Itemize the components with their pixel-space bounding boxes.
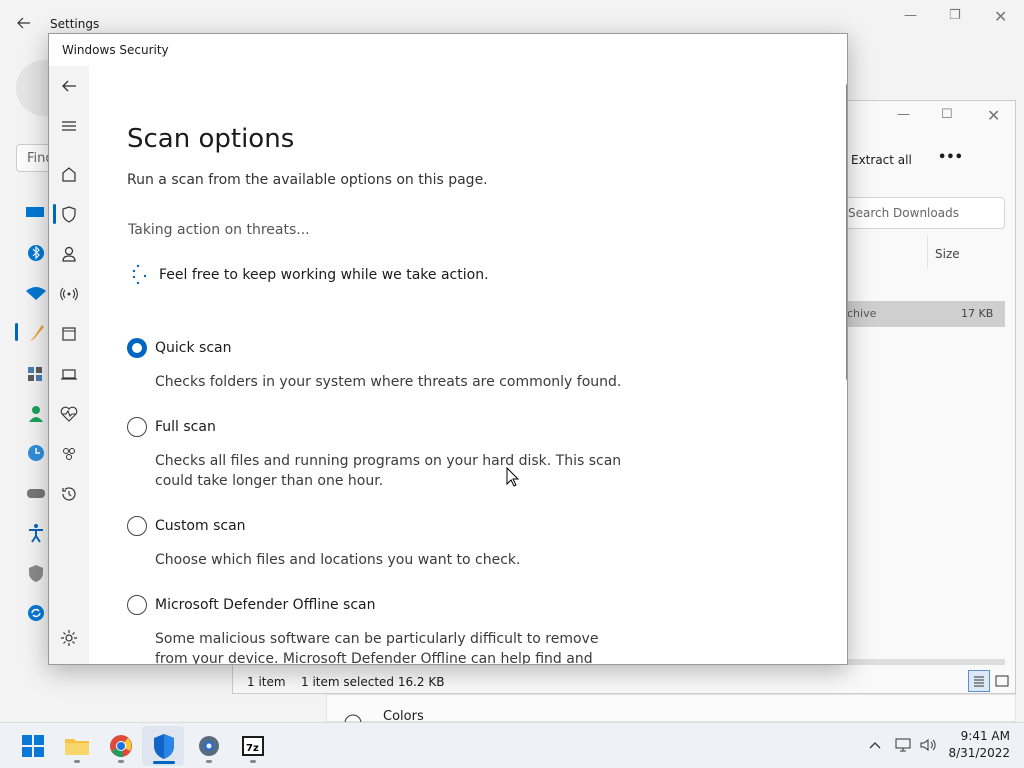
chrome-icon[interactable] bbox=[106, 731, 136, 761]
device-security-icon[interactable] bbox=[59, 364, 79, 384]
details-view-button[interactable] bbox=[968, 670, 990, 692]
window-title: Windows Security bbox=[62, 43, 169, 57]
protection-history-icon[interactable] bbox=[59, 484, 79, 504]
hamburger-menu-icon[interactable] bbox=[59, 116, 79, 136]
svg-text:7z: 7z bbox=[246, 743, 259, 754]
start-icon[interactable] bbox=[18, 731, 48, 761]
explorer-maximize-button[interactable]: ☐ bbox=[941, 107, 953, 122]
file-size: 17 KB bbox=[961, 307, 994, 320]
home-icon[interactable] bbox=[59, 164, 79, 184]
selected-indicator bbox=[15, 323, 18, 341]
back-arrow-icon[interactable] bbox=[59, 76, 79, 96]
offline-scan-label[interactable]: Microsoft Defender Offline scan bbox=[155, 597, 376, 613]
close-button[interactable]: ✕ bbox=[994, 7, 1007, 26]
clock-time[interactable]: 9:41 AM bbox=[950, 729, 1010, 743]
taskbar: 7z 9:41 AM 8/31/2022 bbox=[0, 722, 1024, 768]
quick-scan-radio[interactable] bbox=[127, 338, 147, 358]
time-language-icon[interactable] bbox=[24, 443, 48, 467]
windows-update-icon[interactable] bbox=[24, 603, 48, 627]
search-input[interactable]: Find bbox=[16, 144, 54, 172]
file-explorer-icon[interactable] bbox=[62, 731, 92, 761]
full-scan-label[interactable]: Full scan bbox=[155, 419, 216, 435]
show-hidden-icons-icon[interactable] bbox=[868, 738, 882, 752]
gaming-icon[interactable] bbox=[24, 483, 48, 507]
system-icon[interactable] bbox=[24, 203, 48, 227]
progress-spinner-icon bbox=[130, 263, 150, 287]
settings-icon[interactable] bbox=[194, 731, 224, 761]
restore-button[interactable]: ❐ bbox=[949, 8, 961, 23]
windows-security-icon[interactable] bbox=[149, 731, 179, 761]
working-note: Feel free to keep working while we take … bbox=[159, 267, 489, 283]
full-scan-radio[interactable] bbox=[127, 417, 147, 437]
nav-selected-indicator bbox=[53, 204, 56, 224]
clock-date[interactable]: 8/31/2022 bbox=[940, 746, 1010, 760]
size-column-header[interactable]: Size bbox=[935, 247, 960, 261]
title-bar: Windows Security bbox=[49, 34, 847, 66]
file-row[interactable]: chive 17 KB bbox=[837, 301, 1005, 327]
scan-options-content: Scan options Run a scan from the availab… bbox=[127, 66, 827, 665]
bluetooth-icon[interactable] bbox=[24, 243, 48, 267]
network-icon[interactable] bbox=[24, 284, 48, 308]
palette-icon bbox=[343, 709, 363, 723]
family-options-icon[interactable] bbox=[59, 444, 79, 464]
volume-icon[interactable] bbox=[918, 736, 938, 754]
extract-all-button[interactable]: Extract all bbox=[851, 153, 912, 167]
chrome-running-indicator bbox=[118, 760, 124, 763]
firewall-network-icon[interactable] bbox=[59, 284, 79, 304]
vertical-scrollbar[interactable] bbox=[846, 84, 847, 380]
mouse-cursor-icon bbox=[506, 467, 520, 487]
explorer-minimize-button[interactable]: — bbox=[897, 107, 910, 122]
explorer-running-indicator bbox=[74, 760, 80, 763]
accessibility-icon[interactable] bbox=[24, 523, 48, 547]
app-browser-control-icon[interactable] bbox=[59, 324, 79, 344]
horizontal-scrollbar[interactable] bbox=[837, 659, 1005, 665]
settings-gear-icon[interactable] bbox=[59, 628, 79, 648]
page-subtitle: Run a scan from the available options on… bbox=[127, 172, 488, 188]
offline-scan-radio[interactable] bbox=[127, 595, 147, 615]
quick-scan-label[interactable]: Quick scan bbox=[155, 340, 231, 356]
custom-scan-description: Choose which files and locations you wan… bbox=[155, 552, 521, 568]
security-active-indicator bbox=[153, 761, 175, 764]
device-health-icon[interactable] bbox=[59, 404, 79, 424]
quick-scan-description: Checks folders in your system where thre… bbox=[155, 374, 622, 390]
colors-setting-row[interactable]: Colors bbox=[326, 694, 1016, 724]
custom-scan-label[interactable]: Custom scan bbox=[155, 518, 246, 534]
7zip-icon[interactable]: 7z bbox=[238, 731, 268, 761]
explorer-search-input[interactable]: Search Downloads bbox=[837, 197, 1005, 229]
status-selection: 1 item selected 16.2 KB bbox=[301, 675, 445, 689]
scan-status: Taking action on threats... bbox=[128, 222, 310, 238]
offline-scan-description: Some malicious software can be particula… bbox=[155, 631, 599, 665]
file-name: chive bbox=[847, 307, 877, 320]
explorer-close-button[interactable]: ✕ bbox=[987, 106, 1000, 125]
apps-icon[interactable] bbox=[24, 363, 48, 387]
personalization-icon[interactable] bbox=[24, 323, 48, 347]
back-icon[interactable] bbox=[16, 15, 32, 31]
status-item-count: 1 item bbox=[247, 675, 286, 689]
shield-icon[interactable] bbox=[59, 204, 79, 224]
nav-rail bbox=[49, 66, 89, 664]
more-options-button[interactable]: ••• bbox=[938, 150, 963, 165]
7zip-running-indicator bbox=[250, 760, 256, 763]
minimize-button[interactable]: — bbox=[904, 8, 917, 23]
settings-running-indicator bbox=[206, 760, 212, 763]
column-divider bbox=[927, 235, 928, 269]
thumbnail-view-button[interactable] bbox=[993, 671, 1011, 691]
windows-security-window: Windows Security Scan options Run a scan… bbox=[48, 33, 848, 665]
account-protection-icon[interactable] bbox=[59, 244, 79, 264]
settings-title: Settings bbox=[50, 17, 100, 31]
accounts-icon[interactable] bbox=[24, 403, 48, 427]
custom-scan-radio[interactable] bbox=[127, 516, 147, 536]
privacy-security-icon[interactable] bbox=[24, 563, 48, 587]
full-scan-description: Checks all files and running programs on… bbox=[155, 453, 622, 489]
network-tray-icon[interactable] bbox=[894, 736, 912, 754]
page-title: Scan options bbox=[127, 124, 295, 154]
